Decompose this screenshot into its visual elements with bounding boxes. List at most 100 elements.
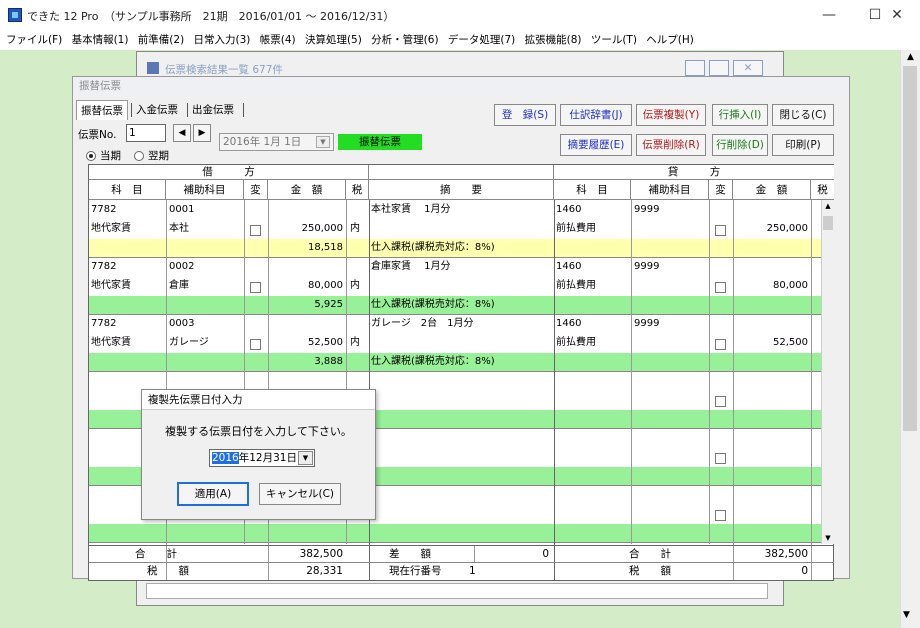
print-button[interactable]: 印刷(P)	[772, 134, 834, 156]
grid-scroll-down-icon[interactable]: ▼	[822, 532, 834, 544]
credit-change-checkbox[interactable]	[715, 396, 726, 407]
debit-amount[interactable]: 250,000	[268, 220, 346, 238]
close-icon[interactable]: ✕	[874, 0, 920, 30]
menu-bar: ファイル(F) 基本情報(1) 前準備(2) 日常入力(3) 帳票(4) 決算処…	[0, 30, 920, 50]
debit-amount[interactable]: 52,500	[268, 334, 346, 352]
debit-account-name[interactable]: 地代家賃	[91, 277, 131, 295]
debit-sub-name[interactable]: 本社	[169, 220, 189, 238]
period-current-radio[interactable]	[86, 151, 96, 161]
debit-amount[interactable]: 80,000	[268, 277, 346, 295]
journal-dictionary-button[interactable]: 仕訳辞書(J)	[560, 104, 632, 126]
tax-category-note: 仕入課税(課税売対応：8%)	[371, 356, 495, 367]
credit-amount[interactable]: 80,000	[733, 277, 811, 295]
credit-change-checkbox[interactable]	[715, 453, 726, 464]
summary-text[interactable]: 倉庫家賃 1月分	[371, 258, 451, 276]
menu-help[interactable]: ヘルプ(H)	[640, 30, 694, 50]
period-next-radio[interactable]	[134, 151, 144, 161]
menu-ledger[interactable]: 帳票(4)	[254, 30, 296, 50]
back-minimize-icon[interactable]	[685, 60, 705, 76]
date-year-selected[interactable]: 2016	[212, 452, 239, 464]
next-voucher-button[interactable]: ▶	[193, 124, 211, 142]
credit-account-code[interactable]: 1460	[556, 258, 581, 276]
app-title: できた 12 Pro （サンプル事務所 21期 2016/01/01 ～ 201…	[27, 10, 395, 23]
grid-scroll-thumb[interactable]	[823, 216, 833, 230]
debit-sub-code[interactable]: 0003	[169, 315, 194, 333]
credit-change-checkbox[interactable]	[715, 339, 726, 350]
credit-change-checkbox[interactable]	[715, 510, 726, 521]
menu-analysis[interactable]: 分析・管理(6)	[365, 30, 438, 50]
date-dropdown-icon[interactable]: ▼	[316, 136, 330, 148]
debit-sub-code[interactable]: 0001	[169, 201, 194, 219]
scroll-down-icon[interactable]: ▼	[903, 610, 910, 620]
copy-voucher-button[interactable]: 伝票複製(Y)	[636, 104, 706, 126]
date-dropdown-icon[interactable]: ▼	[298, 451, 313, 465]
summary-text[interactable]: 本社家賃 1月分	[371, 201, 451, 219]
back-close-icon[interactable]: ✕	[733, 60, 763, 76]
menu-daily-input[interactable]: 日常入力(3)	[188, 30, 251, 50]
debit-change-checkbox[interactable]	[250, 339, 261, 350]
credit-account-name[interactable]: 前払費用	[556, 220, 596, 238]
debit-tax-type[interactable]: 内	[350, 334, 360, 352]
credit-sub-code[interactable]: 9999	[634, 315, 659, 333]
close-button[interactable]: 閉じる(C)	[772, 104, 834, 126]
menu-closing[interactable]: 決算処理(5)	[299, 30, 362, 50]
tax-category-note: 仕入課税(課税売対応：8%)	[371, 242, 495, 253]
debit-sub-name[interactable]: 倉庫	[169, 277, 189, 295]
scrollbar-thumb[interactable]	[903, 66, 917, 431]
credit-change-checkbox[interactable]	[715, 282, 726, 293]
debit-change-checkbox[interactable]	[250, 225, 261, 236]
debit-account-name[interactable]: 地代家賃	[91, 220, 131, 238]
prev-voucher-button[interactable]: ◀	[173, 124, 191, 142]
date-rest[interactable]: 年12月31日	[239, 452, 297, 464]
credit-account-code[interactable]: 1460	[556, 201, 581, 219]
debit-change-checkbox[interactable]	[250, 282, 261, 293]
grid-scrollbar[interactable]: ▲ ▼	[821, 200, 834, 544]
credit-sub-code[interactable]: 9999	[634, 258, 659, 276]
credit-sub-code[interactable]: 9999	[634, 201, 659, 219]
tab-withdrawal-voucher[interactable]: 出金伝票	[188, 100, 238, 120]
menu-data[interactable]: データ処理(7)	[442, 30, 515, 50]
debit-tax-type[interactable]: 内	[350, 277, 360, 295]
voucher-no-input[interactable]: 1	[126, 124, 166, 142]
tab-deposit-voucher[interactable]: 入金伝票	[132, 100, 182, 120]
debit-total-label: 合 計	[135, 548, 177, 560]
insert-row-button[interactable]: 行挿入(I)	[712, 104, 768, 126]
debit-sub-name[interactable]: ガレージ	[169, 334, 209, 352]
summary-text[interactable]: ガレージ 2台 1月分	[371, 315, 474, 333]
delete-voucher-button[interactable]: 伝票削除(R)	[636, 134, 706, 156]
back-maximize-icon[interactable]	[709, 60, 729, 76]
apply-button[interactable]: 適用(A)	[177, 482, 249, 506]
debit-account-header: 科 目	[89, 180, 166, 200]
delete-row-button[interactable]: 行削除(D)	[712, 134, 768, 156]
menu-tools[interactable]: ツール(T)	[585, 30, 637, 50]
credit-amount[interactable]: 52,500	[733, 334, 811, 352]
credit-account-name[interactable]: 前払費用	[556, 334, 596, 352]
debit-account-code[interactable]: 7782	[91, 258, 116, 276]
menu-preparation[interactable]: 前準備(2)	[132, 30, 184, 50]
scroll-up-icon[interactable]: ▲	[901, 50, 920, 64]
register-button[interactable]: 登 録(S)	[494, 104, 556, 126]
minimize-icon[interactable]: —	[806, 0, 852, 30]
menu-file[interactable]: ファイル(F)	[0, 30, 62, 50]
menu-extensions[interactable]: 拡張機能(8)	[519, 30, 582, 50]
menu-basic-info[interactable]: 基本情報(1)	[66, 30, 129, 50]
debit-account-name[interactable]: 地代家賃	[91, 334, 131, 352]
debit-tax-type[interactable]: 内	[350, 220, 360, 238]
grid-scroll-up-icon[interactable]: ▲	[822, 200, 834, 212]
credit-account-header: 科 目	[554, 180, 631, 200]
search-results-title: 伝票検索結果一覧 677件	[165, 64, 283, 76]
current-row-label: 現在行番号	[389, 565, 442, 577]
summary-history-button[interactable]: 摘要履歴(E)	[560, 134, 632, 156]
tax-band-row	[89, 524, 821, 542]
credit-account-code[interactable]: 1460	[556, 315, 581, 333]
debit-account-code[interactable]: 7782	[91, 201, 116, 219]
summary-header-top	[369, 165, 554, 180]
credit-change-checkbox[interactable]	[715, 225, 726, 236]
cancel-button[interactable]: キャンセル(C)	[259, 483, 341, 505]
debit-account-code[interactable]: 7782	[91, 315, 116, 333]
tab-transfer-voucher[interactable]: 振替伝票	[76, 100, 128, 120]
credit-amount[interactable]: 250,000	[733, 220, 811, 238]
debit-sub-code[interactable]: 0002	[169, 258, 194, 276]
credit-account-name[interactable]: 前払費用	[556, 277, 596, 295]
copy-date-picker[interactable]: 2016年12月31日 ▼	[209, 449, 315, 467]
